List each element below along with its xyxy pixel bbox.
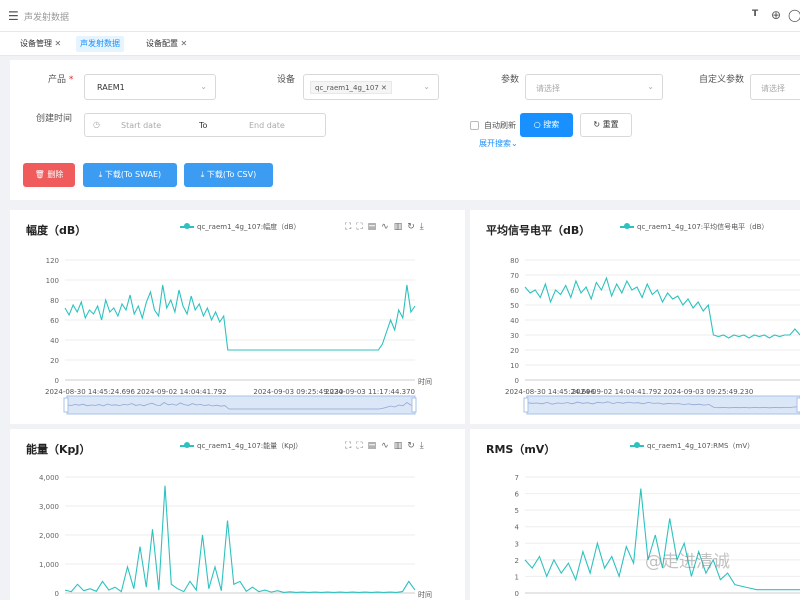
chevron-down-icon: ⌄ bbox=[200, 82, 207, 91]
x-tick-label: 2024-09-02 14:04:41.792 bbox=[137, 388, 227, 396]
slider-handle-left bbox=[523, 397, 529, 413]
y-tick-label: 4,000 bbox=[39, 474, 59, 482]
device-tag: qc_raem1_4g_107 ✕ bbox=[310, 81, 392, 94]
chart-panel-avg-signal: 平均信号电平（dB） qc_raem1_4g_107:平均信号电平（dB） 01… bbox=[470, 210, 800, 424]
y-tick-label: 60 bbox=[510, 287, 519, 295]
product-select[interactable]: RAEM1 ⌄ bbox=[84, 74, 216, 100]
x-axis-label: 时间 bbox=[418, 377, 432, 386]
close-icon[interactable]: ✕ bbox=[181, 39, 188, 48]
y-tick-label: 7 bbox=[515, 474, 519, 482]
start-date-input[interactable]: Start date bbox=[121, 121, 161, 130]
custom-params-select[interactable]: 请选择 bbox=[750, 74, 800, 100]
user-icon[interactable]: ◯ bbox=[788, 9, 800, 21]
avg-signal-chart[interactable]: 010203040506070802024-08-30 14:45:24.696… bbox=[470, 210, 800, 424]
chart-panel-rms: RMS（mV） qc_raem1_4g_107:RMS（mV） 01234567… bbox=[470, 429, 800, 600]
custom-params-label: 自定义参数 bbox=[699, 75, 745, 85]
params-label: 参数 bbox=[501, 75, 520, 85]
y-tick-label: 6 bbox=[515, 491, 520, 499]
expand-search-link[interactable]: 展开搜索⌄ bbox=[479, 138, 518, 149]
device-label: 设备 bbox=[277, 75, 296, 85]
data-zoom-slider bbox=[66, 395, 416, 415]
tab-device-management[interactable]: 设备管理 ✕ bbox=[20, 36, 61, 52]
chart-panel-energy: 能量（KpJ） qc_raem1_4g_107:能量（KpJ） ⛶⛶▤∿▥↻⤓ … bbox=[10, 429, 465, 600]
y-tick-label: 3,000 bbox=[39, 503, 59, 511]
close-icon[interactable]: ✕ bbox=[55, 39, 62, 48]
series-line bbox=[524, 276, 800, 339]
y-tick-label: 3 bbox=[515, 540, 519, 548]
refresh-icon: ↻ bbox=[593, 120, 601, 129]
y-tick-label: 20 bbox=[510, 347, 519, 355]
x-tick-label: 2024-09-03 09:25:49.230 bbox=[663, 388, 753, 396]
chevron-down-icon: ⌄ bbox=[647, 82, 654, 91]
y-tick-label: 20 bbox=[50, 357, 59, 365]
download-swae-button[interactable]: ⤓ 下载(To SWAE) bbox=[83, 163, 177, 187]
download-icon: ⤓ bbox=[200, 170, 205, 179]
y-tick-label: 2 bbox=[515, 557, 519, 565]
watermark: @走进清诚 bbox=[645, 552, 730, 572]
params-select[interactable]: 请选择 ⌄ bbox=[525, 74, 663, 100]
x-tick-label: 2024-08-30 14:45:24.696 bbox=[45, 388, 135, 396]
y-tick-label: 1,000 bbox=[39, 561, 59, 569]
menu-icon[interactable]: ☰ bbox=[8, 10, 19, 22]
clock-icon: ◷ bbox=[93, 120, 100, 129]
end-date-input[interactable]: End date bbox=[249, 121, 285, 130]
page-title: 声发射数据 bbox=[24, 13, 70, 23]
y-tick-label: 80 bbox=[510, 257, 519, 265]
tabs-bar: 设备管理 ✕ 声发射数据 设备配置 ✕ bbox=[0, 32, 800, 56]
auto-refresh-checkbox[interactable] bbox=[470, 121, 479, 130]
chart-panel-amplitude: 幅度（dB） qc_raem1_4g_107:幅度（dB） ⛶⛶▤∿▥↻⤓ 02… bbox=[10, 210, 465, 424]
download-csv-button[interactable]: ⤓ 下载(To CSV) bbox=[184, 163, 273, 187]
chevron-down-icon: ⌄ bbox=[511, 139, 518, 148]
device-select[interactable]: qc_raem1_4g_107 ✕ ⌄ bbox=[303, 74, 439, 100]
created-time-label: 创建时间 bbox=[36, 114, 73, 124]
auto-refresh-label: 自动刷新 bbox=[484, 121, 516, 130]
y-tick-label: 70 bbox=[510, 272, 519, 280]
x-tick-label: 2024-09-03 11:17:44.370 bbox=[325, 388, 415, 396]
x-tick-label: 2024-09-02 14:04:41.792 bbox=[572, 388, 662, 396]
series-line bbox=[524, 488, 800, 591]
y-tick-label: 100 bbox=[46, 277, 59, 285]
y-tick-label: 2,000 bbox=[39, 532, 59, 540]
y-tick-label: 4 bbox=[515, 524, 520, 532]
y-tick-label: 60 bbox=[50, 317, 59, 325]
filter-panel: 产品 * RAEM1 ⌄ 设备 qc_raem1_4g_107 ✕ ⌄ 参数 请… bbox=[10, 60, 800, 200]
tab-ae-data[interactable]: 声发射数据 bbox=[76, 36, 124, 52]
download-icon: ⤓ bbox=[98, 170, 103, 179]
y-tick-label: 10 bbox=[510, 362, 519, 370]
y-tick-label: 1 bbox=[515, 573, 519, 581]
close-icon[interactable]: ✕ bbox=[381, 84, 387, 92]
y-tick-label: 30 bbox=[510, 332, 519, 340]
product-label: 产品 * bbox=[48, 75, 74, 85]
tab-device-config[interactable]: 设备配置 ✕ bbox=[146, 36, 187, 52]
y-tick-label: 5 bbox=[515, 507, 519, 515]
y-tick-label: 40 bbox=[510, 317, 519, 325]
y-tick-label: 0 bbox=[55, 590, 59, 598]
search-button[interactable]: ○ 搜索 bbox=[520, 113, 573, 137]
y-tick-label: 0 bbox=[515, 377, 519, 385]
search-icon: ○ bbox=[533, 120, 541, 129]
y-tick-label: 80 bbox=[50, 297, 59, 305]
to-text: To bbox=[199, 121, 208, 130]
y-tick-label: 120 bbox=[46, 257, 59, 265]
y-tick-label: 50 bbox=[510, 302, 519, 310]
trash-icon: 🗑︎ bbox=[34, 170, 45, 179]
reset-button[interactable]: ↻ 重置 bbox=[580, 113, 632, 137]
series-line bbox=[64, 485, 416, 593]
date-range-picker[interactable]: ◷ Start date To End date bbox=[84, 113, 326, 137]
top-bar: ☰ 声发射数据 T ⊕ ◯ bbox=[0, 0, 800, 32]
delete-button[interactable]: 🗑︎ 删除 bbox=[23, 163, 75, 187]
font-size-icon[interactable]: T bbox=[752, 10, 758, 19]
y-tick-label: 40 bbox=[50, 337, 59, 345]
amplitude-chart[interactable]: 0204060801001202024-08-30 14:45:24.696 20… bbox=[10, 210, 465, 424]
rms-chart[interactable]: 0 1 2 3 4 5 6 7 bbox=[470, 429, 800, 600]
y-tick-label: 0 bbox=[515, 590, 519, 598]
globe-icon[interactable]: ⊕ bbox=[771, 9, 781, 21]
chevron-down-icon: ⌄ bbox=[423, 82, 430, 91]
slider-handle-right bbox=[411, 397, 417, 413]
y-tick-label: 0 bbox=[55, 377, 59, 385]
energy-chart[interactable]: 0 1,000 2,000 3,000 4,000 时间 bbox=[10, 429, 465, 600]
data-zoom-slider bbox=[526, 395, 800, 415]
slider-handle-left bbox=[63, 397, 69, 413]
x-axis-label: 时间 bbox=[418, 590, 432, 599]
